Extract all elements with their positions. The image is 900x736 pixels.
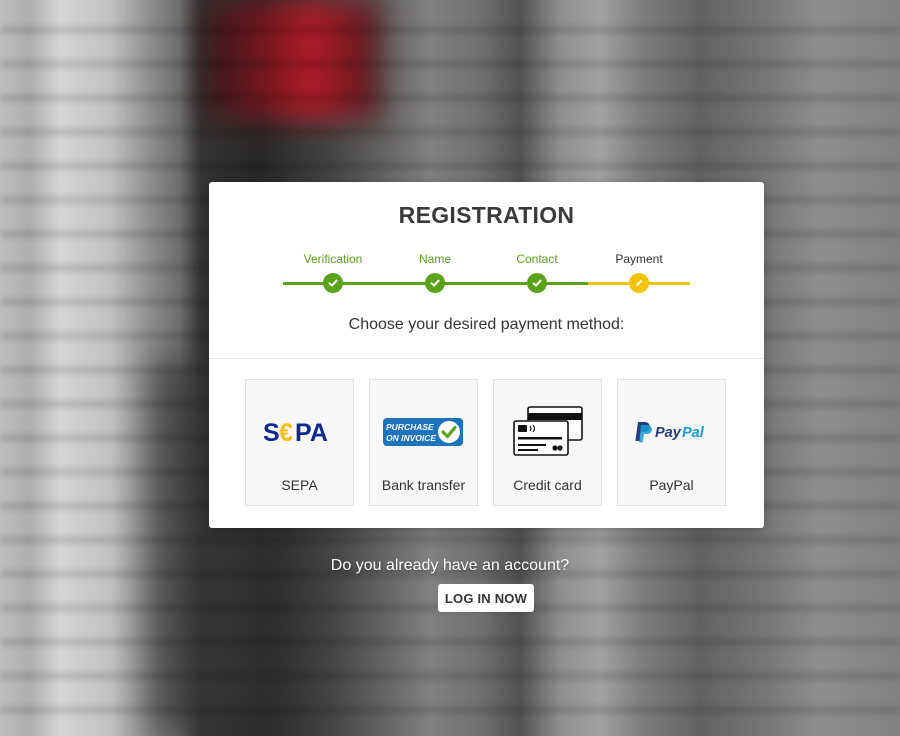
svg-text:S: S — [263, 419, 280, 445]
payment-option-label: PayPal — [649, 477, 694, 493]
sepa-logo: S € PA — [246, 402, 353, 462]
step-label: Verification — [303, 252, 363, 266]
payment-option-paypal[interactable]: Pay Pal PayPal — [617, 379, 726, 506]
login-button[interactable]: LOG IN NOW — [438, 584, 534, 612]
check-icon — [323, 273, 343, 293]
step-name: Name — [390, 252, 480, 293]
check-icon — [425, 273, 445, 293]
registration-card: REGISTRATION Verification Name Contact P… — [209, 182, 764, 528]
svg-text:PURCHASE: PURCHASE — [386, 422, 434, 432]
page-title: REGISTRATION — [398, 202, 575, 228]
payment-option-credit-card[interactable]: Credit card — [493, 379, 602, 506]
check-icon — [527, 273, 547, 293]
step-verification: Verification — [288, 252, 378, 293]
svg-text:Pal: Pal — [682, 425, 705, 441]
step-payment: Payment — [594, 252, 684, 293]
credit-card-icon — [494, 402, 601, 462]
payment-option-label: Bank transfer — [381, 477, 466, 493]
purchase-on-invoice-logo: PURCHASE ON INVOICE — [370, 402, 477, 462]
payment-option-label: SEPA — [281, 477, 318, 493]
step-label: Contact — [516, 252, 558, 266]
payment-prompt: Choose your desired payment method: — [348, 316, 625, 333]
payment-option-label: Credit card — [513, 477, 582, 493]
payment-methods: S € PA SEPA PURCHASE ON INVOICE Bank tra… — [245, 379, 729, 508]
payment-option-bank-transfer[interactable]: PURCHASE ON INVOICE Bank transfer — [369, 379, 478, 506]
payment-option-sepa[interactable]: S € PA SEPA — [245, 379, 354, 506]
account-question: Do you already have an account? — [330, 557, 570, 574]
step-contact: Contact — [492, 252, 582, 293]
svg-text:€: € — [279, 419, 293, 445]
pencil-icon — [629, 273, 649, 293]
svg-text:Pay: Pay — [655, 425, 682, 441]
step-label: Payment — [615, 252, 663, 266]
svg-text:ON INVOICE: ON INVOICE — [386, 433, 436, 443]
paypal-logo: Pay Pal — [618, 402, 725, 462]
progress-stepper: Verification Name Contact Payment — [283, 252, 690, 294]
divider — [209, 358, 764, 359]
svg-text:PA: PA — [295, 419, 328, 445]
step-label: Name — [418, 252, 451, 266]
